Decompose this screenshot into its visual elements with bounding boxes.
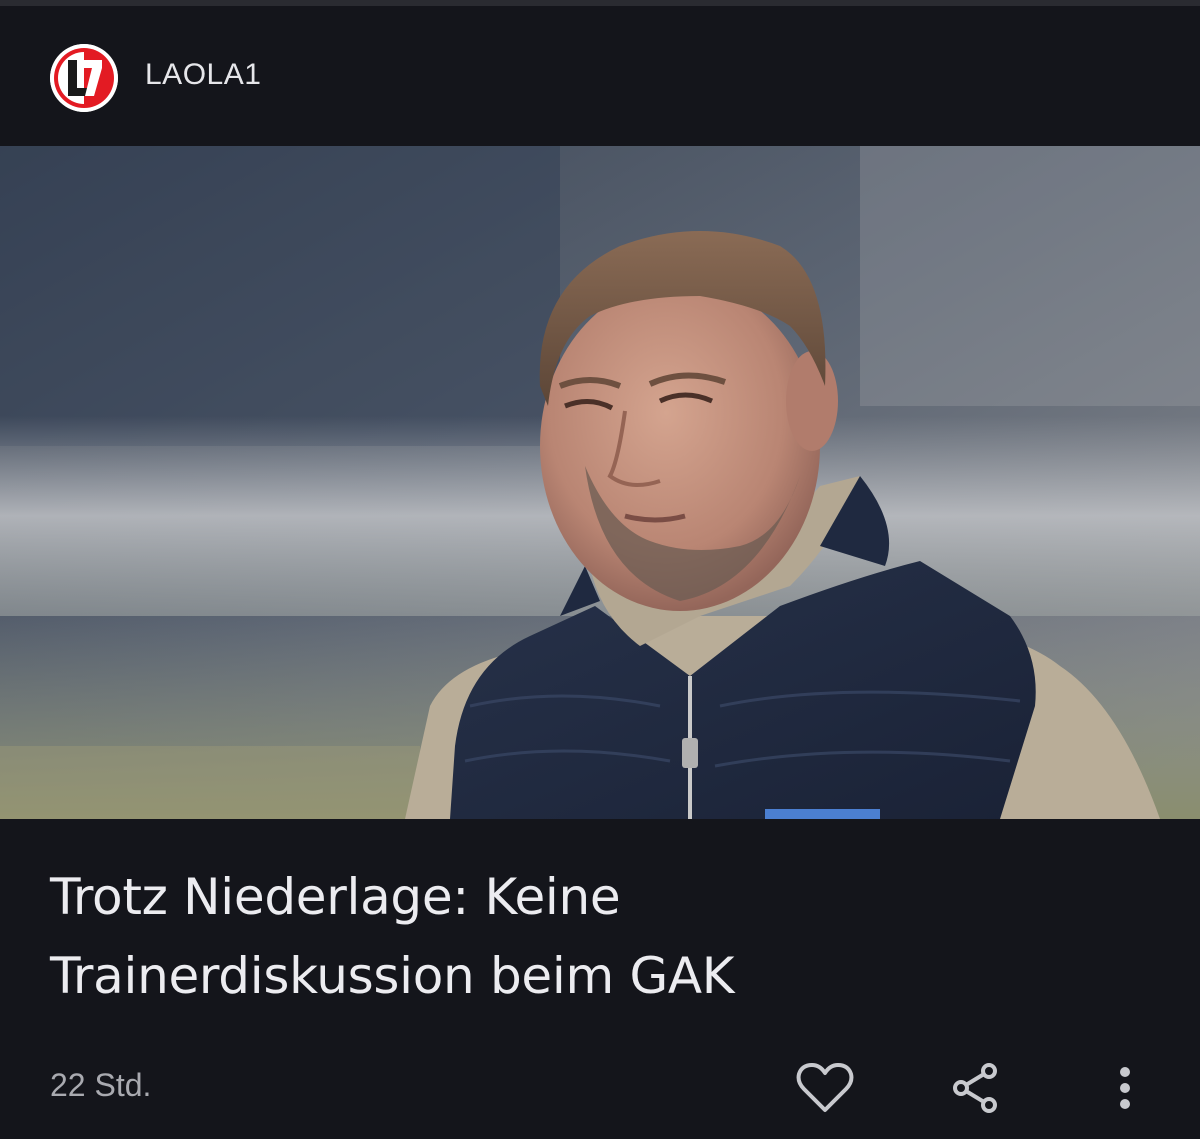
share-button[interactable] (943, 1056, 1007, 1120)
card-header: LAOLA1 (0, 6, 1200, 146)
laola1-logo-icon[interactable] (50, 44, 118, 112)
like-button[interactable] (793, 1056, 857, 1120)
article-photo[interactable] (0, 146, 1200, 819)
headline-line-2: Trainerdiskussion beim GAK (50, 947, 735, 1005)
article-timestamp: 22 Std. (50, 1067, 152, 1103)
heart-icon (796, 1063, 854, 1112)
headline-line-1: Trotz Niederlage: Keine (50, 868, 621, 926)
more-options-button[interactable] (1093, 1056, 1157, 1120)
article-headline[interactable]: Trotz Niederlage: Keine Trainerdiskussio… (50, 858, 1150, 1016)
news-card[interactable]: LAOLA1 Trotz Niederlage: Keine Trainerdi… (0, 0, 1200, 1139)
share-icon (953, 1063, 997, 1113)
source-name[interactable]: LAOLA1 (145, 58, 261, 92)
more-vertical-icon (1120, 1067, 1130, 1109)
